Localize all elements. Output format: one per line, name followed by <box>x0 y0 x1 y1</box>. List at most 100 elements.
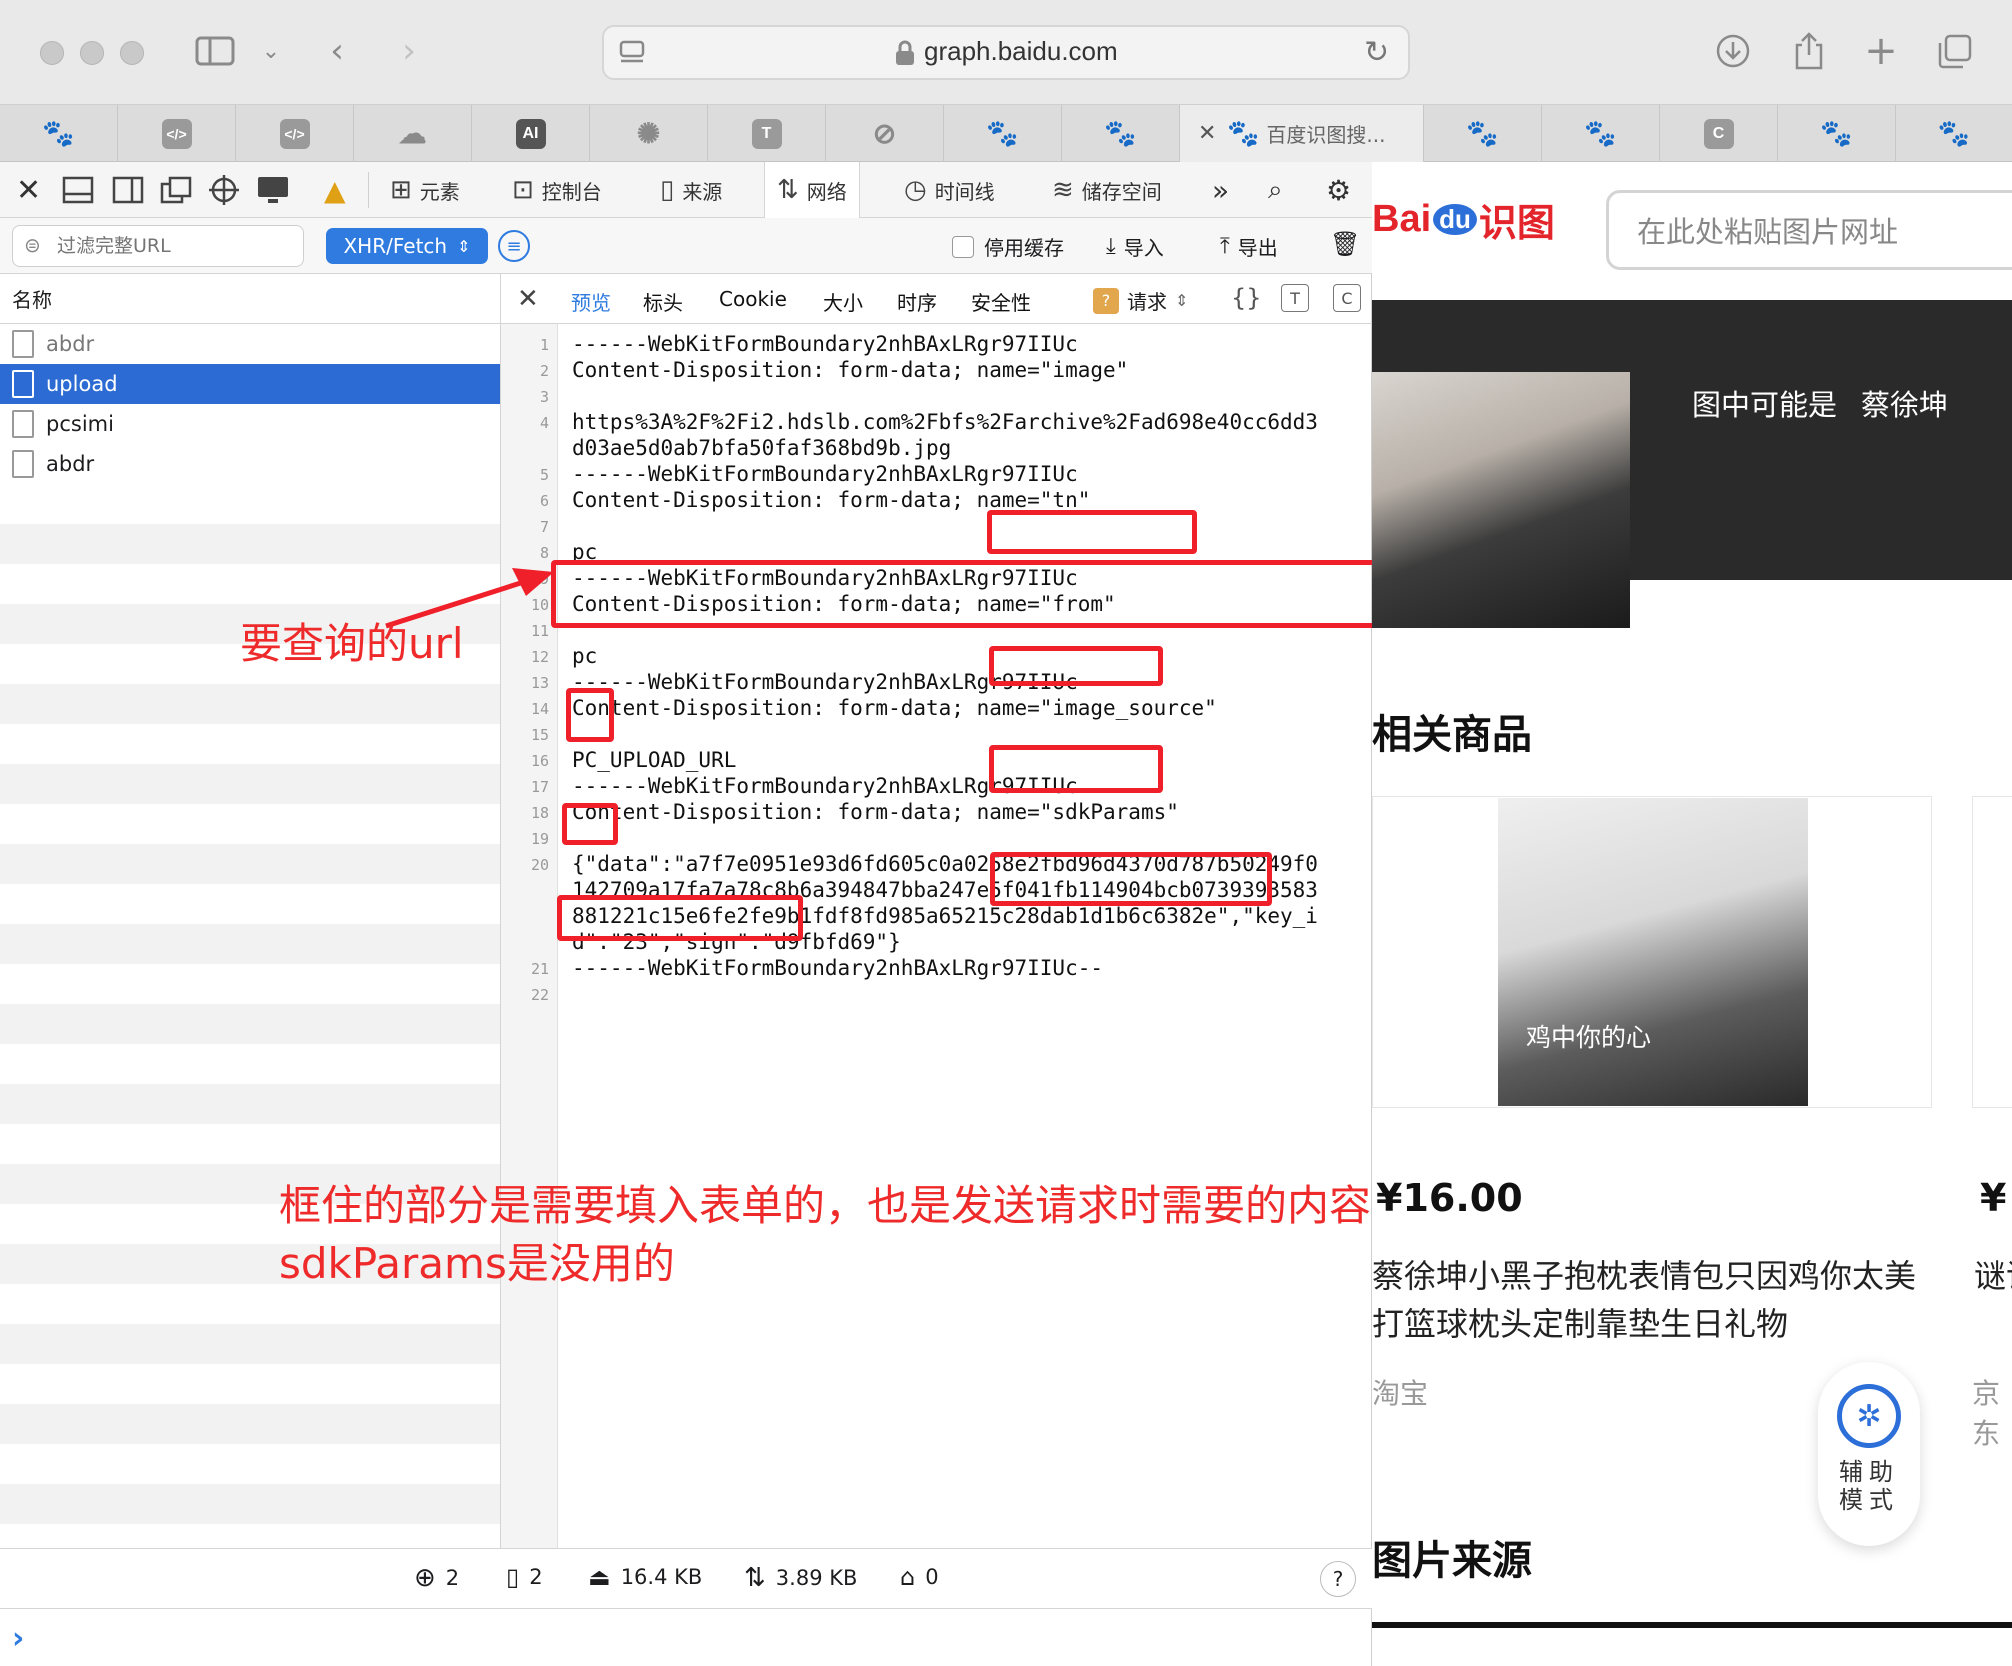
downloads-icon[interactable] <box>1708 26 1758 76</box>
code-line: ------WebKitFormBoundary2nhBAxLRgr97IIUc… <box>572 956 1104 980</box>
help-button[interactable]: ? <box>1320 1561 1356 1597</box>
tab[interactable]: C <box>1660 105 1778 162</box>
window-titlebar: ⌄ ‹ › graph.baidu.com ↻ + <box>0 0 2012 104</box>
highlight-image-url <box>551 560 1383 628</box>
tab[interactable]: ⊘ <box>826 105 944 162</box>
export-button[interactable]: ⤒ 导出 <box>1220 232 1278 261</box>
address-bar[interactable]: graph.baidu.com ↻ <box>602 25 1410 80</box>
tab-timeline[interactable]: ◷ 时间线 <box>892 162 1007 218</box>
request-name: pcsimi <box>46 412 114 436</box>
tab-security[interactable]: 安全性 <box>971 287 1031 316</box>
ai-icon: AI <box>515 118 546 149</box>
close-inspector-icon[interactable]: ✕ <box>16 170 41 210</box>
import-button[interactable]: ⤓ 导入 <box>1106 232 1164 261</box>
image-url-input[interactable]: 在此处粘贴图片网址 <box>1606 190 2012 270</box>
export-icon: ⤒ <box>1220 234 1230 259</box>
tab-elements[interactable]: ⊞ 元素 <box>378 162 472 218</box>
request-row-abdr[interactable]: abdr <box>0 324 500 364</box>
tab-timing[interactable]: 时序 <box>897 287 937 316</box>
tab[interactable]: 🐾 <box>1542 105 1660 162</box>
detach-window-icon[interactable] <box>160 170 192 210</box>
network-filter-bar: ⊜ XHR/Fetch ⇕ ≡ 停用缓存 ⤓ 导入 ⤒ 导出 🗑 <box>0 218 1372 274</box>
request-row-upload[interactable]: upload <box>0 364 500 404</box>
result-photo[interactable] <box>1372 372 1630 628</box>
tab[interactable]: AI <box>472 105 590 162</box>
disable-cache-toggle[interactable]: 停用缓存 <box>952 232 1064 261</box>
highlight-tn-value <box>566 688 614 742</box>
filter-options-icon[interactable]: ≡ <box>498 230 530 262</box>
tab-label: 时间线 <box>934 179 995 204</box>
new-tab-icon[interactable]: + <box>1856 26 1906 76</box>
product-card-partial[interactable] <box>1972 796 2012 1108</box>
reload-icon[interactable]: ↻ <box>1364 35 1389 70</box>
filter-url-field[interactable]: ⊜ <box>12 225 304 267</box>
clear-log-icon[interactable]: 🗑 <box>1330 230 1360 258</box>
line-number: 4 <box>539 414 549 432</box>
dock-side-icon[interactable] <box>112 170 144 210</box>
warning-icon[interactable]: ▲ <box>324 170 346 210</box>
forward-icon[interactable]: › <box>384 26 434 76</box>
element-picker-icon[interactable] <box>208 170 240 210</box>
tab-cookies[interactable]: Cookie <box>719 287 787 311</box>
zoom-window-button[interactable] <box>120 41 144 65</box>
text-view-icon[interactable]: T <box>1281 284 1309 312</box>
product-image[interactable] <box>1498 798 1808 1106</box>
name-header-label: 名称 <box>12 288 52 312</box>
tab[interactable]: 🐾 <box>1062 105 1180 162</box>
back-icon[interactable]: ‹ <box>312 26 362 76</box>
maybe-name[interactable]: 蔡徐坤 <box>1861 382 1948 424</box>
tab[interactable]: ✺ <box>590 105 708 162</box>
request-response-select[interactable]: ? 请求 ⇕ <box>1093 286 1188 315</box>
tab[interactable]: 🐾 <box>1896 105 2012 162</box>
line-number-gutter: 12345678910111213141516171819202122 <box>500 324 558 1558</box>
file-icon <box>12 330 34 358</box>
resource-type-select[interactable]: XHR/Fetch ⇕ <box>326 228 488 264</box>
tab-active-baidu[interactable]: ✕ 🐾 百度识图搜... <box>1180 105 1424 162</box>
filter-url-input[interactable] <box>12 225 304 267</box>
more-tabs-icon[interactable]: » <box>1212 170 1229 210</box>
tab-sizes[interactable]: 大小 <box>823 287 863 316</box>
close-detail-icon[interactable]: ✕ <box>517 284 539 314</box>
share-icon[interactable] <box>1784 26 1834 76</box>
chevron-down-icon[interactable]: ⌄ <box>246 26 296 76</box>
recognition-result: 图中可能是 蔡徐坤 <box>1692 382 1948 424</box>
name-column-header[interactable]: 名称 <box>0 274 500 324</box>
tab-preview[interactable]: 预览 <box>571 287 611 316</box>
tab-storage[interactable]: ≋ 储存空间 <box>1040 162 1174 218</box>
close-window-button[interactable] <box>40 41 64 65</box>
tab[interactable]: 🐾 <box>944 105 1062 162</box>
product-title-partial[interactable]: 谜语 包 <box>1974 1252 2012 1300</box>
request-row-pcsimi[interactable]: pcsimi <box>0 404 500 444</box>
gear-icon[interactable]: ⚙ <box>1326 170 1351 210</box>
tab-headers[interactable]: 标头 <box>643 287 683 316</box>
pretty-print-icon[interactable]: {} <box>1231 284 1262 312</box>
assist-mode-button[interactable]: ✲ 辅助模式 <box>1818 1362 1920 1546</box>
baidu-logo[interactable]: Bai du 识图 <box>1372 192 1555 247</box>
product-title[interactable]: 蔡徐坤小黑子抱枕表情包只因鸡你太美打篮球枕头定制靠垫生日礼物 <box>1372 1252 1932 1348</box>
tab[interactable]: </> <box>118 105 236 162</box>
tab-network[interactable]: ⇅ 网络 <box>764 162 860 218</box>
tab[interactable]: 🐾 <box>0 105 118 162</box>
minimize-window-button[interactable] <box>80 41 104 65</box>
dock-bottom-icon[interactable] <box>62 170 94 210</box>
tab-overview-icon[interactable] <box>1930 26 1980 76</box>
line-number: 3 <box>539 388 549 406</box>
requests-count: ⊕ 2 <box>414 1563 459 1593</box>
tab[interactable]: </> <box>236 105 354 162</box>
tab[interactable]: 🐾 <box>1778 105 1896 162</box>
tab-sources[interactable]: ▯ 来源 <box>648 162 734 218</box>
tab[interactable]: 🐾 <box>1424 105 1542 162</box>
baidu-paw-icon: 🐾 <box>1466 118 1499 148</box>
page-menu-icon[interactable] <box>618 39 646 71</box>
tab-console[interactable]: ⊡ 控制台 <box>500 162 614 218</box>
disable-cache-checkbox[interactable] <box>952 235 974 258</box>
tab[interactable]: ☁ <box>354 105 472 162</box>
search-icon[interactable]: ⌕ <box>1268 170 1283 210</box>
device-icon[interactable] <box>256 170 290 210</box>
quick-console[interactable]: › <box>0 1608 1372 1666</box>
copy-view-icon[interactable]: C <box>1333 284 1361 312</box>
tab[interactable]: T <box>708 105 826 162</box>
request-row-abdr[interactable]: abdr <box>0 444 500 484</box>
close-tab-icon[interactable]: ✕ <box>1198 121 1216 146</box>
sidebar-toggle-icon[interactable] <box>190 26 240 76</box>
